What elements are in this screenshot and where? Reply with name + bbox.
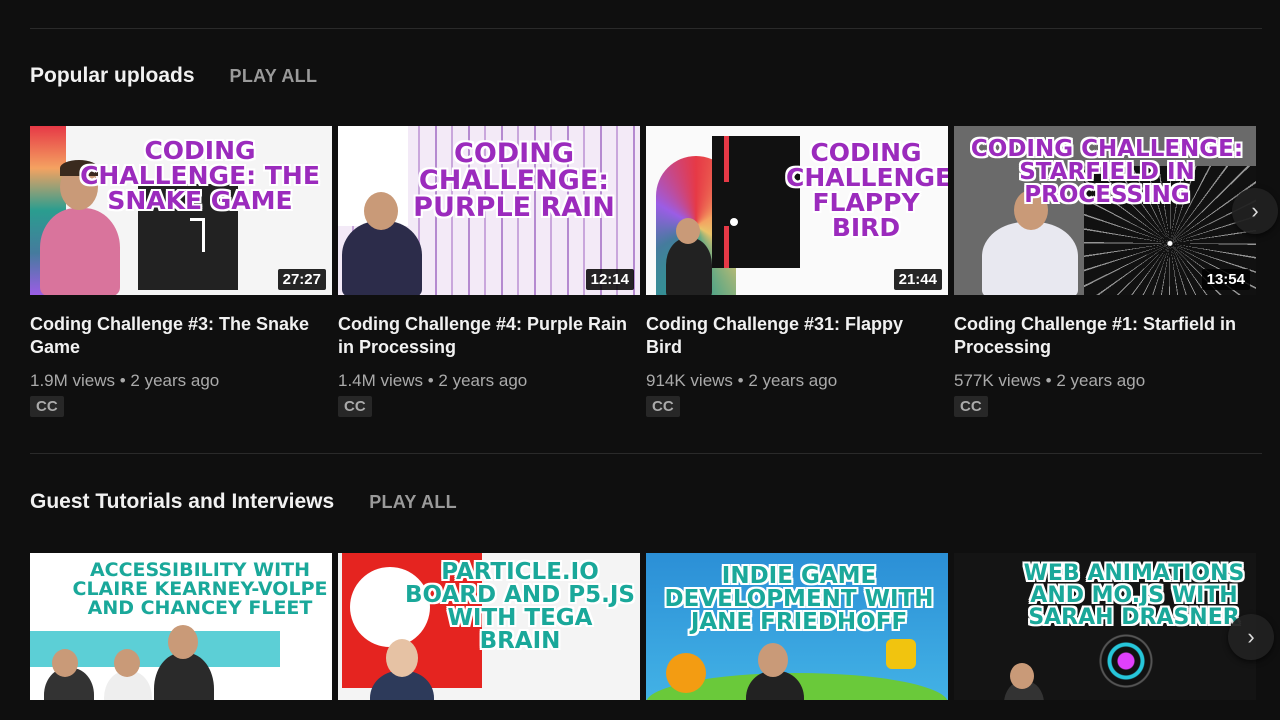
shelf-header-popular: Popular uploads PLAY ALL bbox=[30, 64, 317, 88]
thumbnail-title: CODING CHALLENGE: STARFIELD IN PROCESSIN… bbox=[970, 136, 1244, 208]
video-thumbnail[interactable]: CODING CHALLENGE: PURPLE RAIN 12:14 bbox=[338, 126, 640, 295]
video-card[interactable]: ACCESSIBILITY WITH CLAIRE KEARNEY-VOLPE … bbox=[30, 553, 332, 700]
video-thumbnail[interactable]: WEB ANIMATIONS AND MO.JS WITH SARAH DRAS… bbox=[954, 553, 1256, 700]
shelf-header-guest: Guest Tutorials and Interviews PLAY ALL bbox=[30, 490, 457, 514]
thumbnail-title: CODING CHALLENGE: FLAPPY BIRD bbox=[786, 138, 948, 242]
video-thumbnail[interactable]: CODING CHALLENGE: FLAPPY BIRD 21:44 bbox=[646, 126, 948, 295]
cc-badge: CC bbox=[646, 396, 680, 417]
video-card[interactable]: CODING CHALLENGE: THE SNAKE GAME 27:27 C… bbox=[30, 126, 332, 417]
next-arrow-button[interactable]: › bbox=[1228, 614, 1274, 660]
shelf-title: Popular uploads bbox=[30, 64, 195, 87]
thumbnail-title: INDIE GAME DEVELOPMENT WITH JANE FRIEDHO… bbox=[664, 563, 934, 635]
play-all-button[interactable]: PLAY ALL bbox=[369, 492, 457, 513]
video-duration: 27:27 bbox=[277, 269, 326, 290]
video-thumbnail[interactable]: ACCESSIBILITY WITH CLAIRE KEARNEY-VOLPE … bbox=[30, 553, 332, 700]
video-duration: 21:44 bbox=[893, 269, 942, 290]
play-all-button[interactable]: PLAY ALL bbox=[230, 66, 318, 87]
thumbnail-title: CODING CHALLENGE: PURPLE RAIN bbox=[413, 138, 615, 223]
channel-page: Popular uploads PLAY ALL CODING CHALLENG… bbox=[0, 0, 1280, 720]
chevron-right-icon: › bbox=[1251, 198, 1259, 223]
video-card[interactable]: INDIE GAME DEVELOPMENT WITH JANE FRIEDHO… bbox=[646, 553, 948, 700]
chevron-right-icon: › bbox=[1247, 624, 1255, 649]
shelf-row-guest: ACCESSIBILITY WITH CLAIRE KEARNEY-VOLPE … bbox=[30, 553, 1258, 700]
thumbnail-title: WEB ANIMATIONS AND MO.JS WITH SARAH DRAS… bbox=[1023, 561, 1245, 630]
top-divider bbox=[30, 28, 1262, 29]
thumbnail-title: CODING CHALLENGE: THE SNAKE GAME bbox=[80, 136, 320, 215]
video-thumbnail[interactable]: CODING CHALLENGE: STARFIELD IN PROCESSIN… bbox=[954, 126, 1256, 295]
video-card[interactable]: CODING CHALLENGE: FLAPPY BIRD 21:44 Codi… bbox=[646, 126, 948, 417]
video-thumbnail[interactable]: INDIE GAME DEVELOPMENT WITH JANE FRIEDHO… bbox=[646, 553, 948, 700]
video-thumbnail[interactable]: CODING CHALLENGE: THE SNAKE GAME 27:27 bbox=[30, 126, 332, 295]
video-thumbnail[interactable]: PARTICLE.IO BOARD AND P5.JS WITH TEGA BR… bbox=[338, 553, 640, 700]
video-title[interactable]: Coding Challenge #31: Flappy Bird bbox=[646, 313, 936, 359]
thumbnail-title: PARTICLE.IO BOARD AND P5.JS WITH TEGA BR… bbox=[405, 559, 635, 654]
cc-badge: CC bbox=[338, 396, 372, 417]
shelf-divider bbox=[30, 453, 1262, 454]
video-title[interactable]: Coding Challenge #3: The Snake Game bbox=[30, 313, 320, 359]
shelf-title: Guest Tutorials and Interviews bbox=[30, 490, 335, 513]
video-title[interactable]: Coding Challenge #4: Purple Rain in Proc… bbox=[338, 313, 628, 359]
video-title[interactable]: Coding Challenge #1: Starfield in Proces… bbox=[954, 313, 1244, 359]
thumbnail-title: ACCESSIBILITY WITH CLAIRE KEARNEY-VOLPE … bbox=[72, 559, 328, 619]
cc-badge: CC bbox=[954, 396, 988, 417]
video-duration: 12:14 bbox=[585, 269, 634, 290]
next-arrow-button[interactable]: › bbox=[1232, 188, 1278, 234]
video-card[interactable]: CODING CHALLENGE: STARFIELD IN PROCESSIN… bbox=[954, 126, 1256, 417]
cc-badge: CC bbox=[30, 396, 64, 417]
video-card[interactable]: WEB ANIMATIONS AND MO.JS WITH SARAH DRAS… bbox=[954, 553, 1256, 700]
video-meta: 914K views • 2 years ago bbox=[646, 371, 838, 390]
video-duration: 13:54 bbox=[1201, 269, 1250, 290]
video-meta: 1.4M views • 2 years ago bbox=[338, 371, 528, 390]
video-card[interactable]: PARTICLE.IO BOARD AND P5.JS WITH TEGA BR… bbox=[338, 553, 640, 700]
shelf-row-popular: CODING CHALLENGE: THE SNAKE GAME 27:27 C… bbox=[30, 126, 1258, 426]
video-meta: 1.9M views • 2 years ago bbox=[30, 371, 220, 390]
video-meta: 577K views • 2 years ago bbox=[954, 371, 1146, 390]
video-card[interactable]: CODING CHALLENGE: PURPLE RAIN 12:14 Codi… bbox=[338, 126, 640, 417]
